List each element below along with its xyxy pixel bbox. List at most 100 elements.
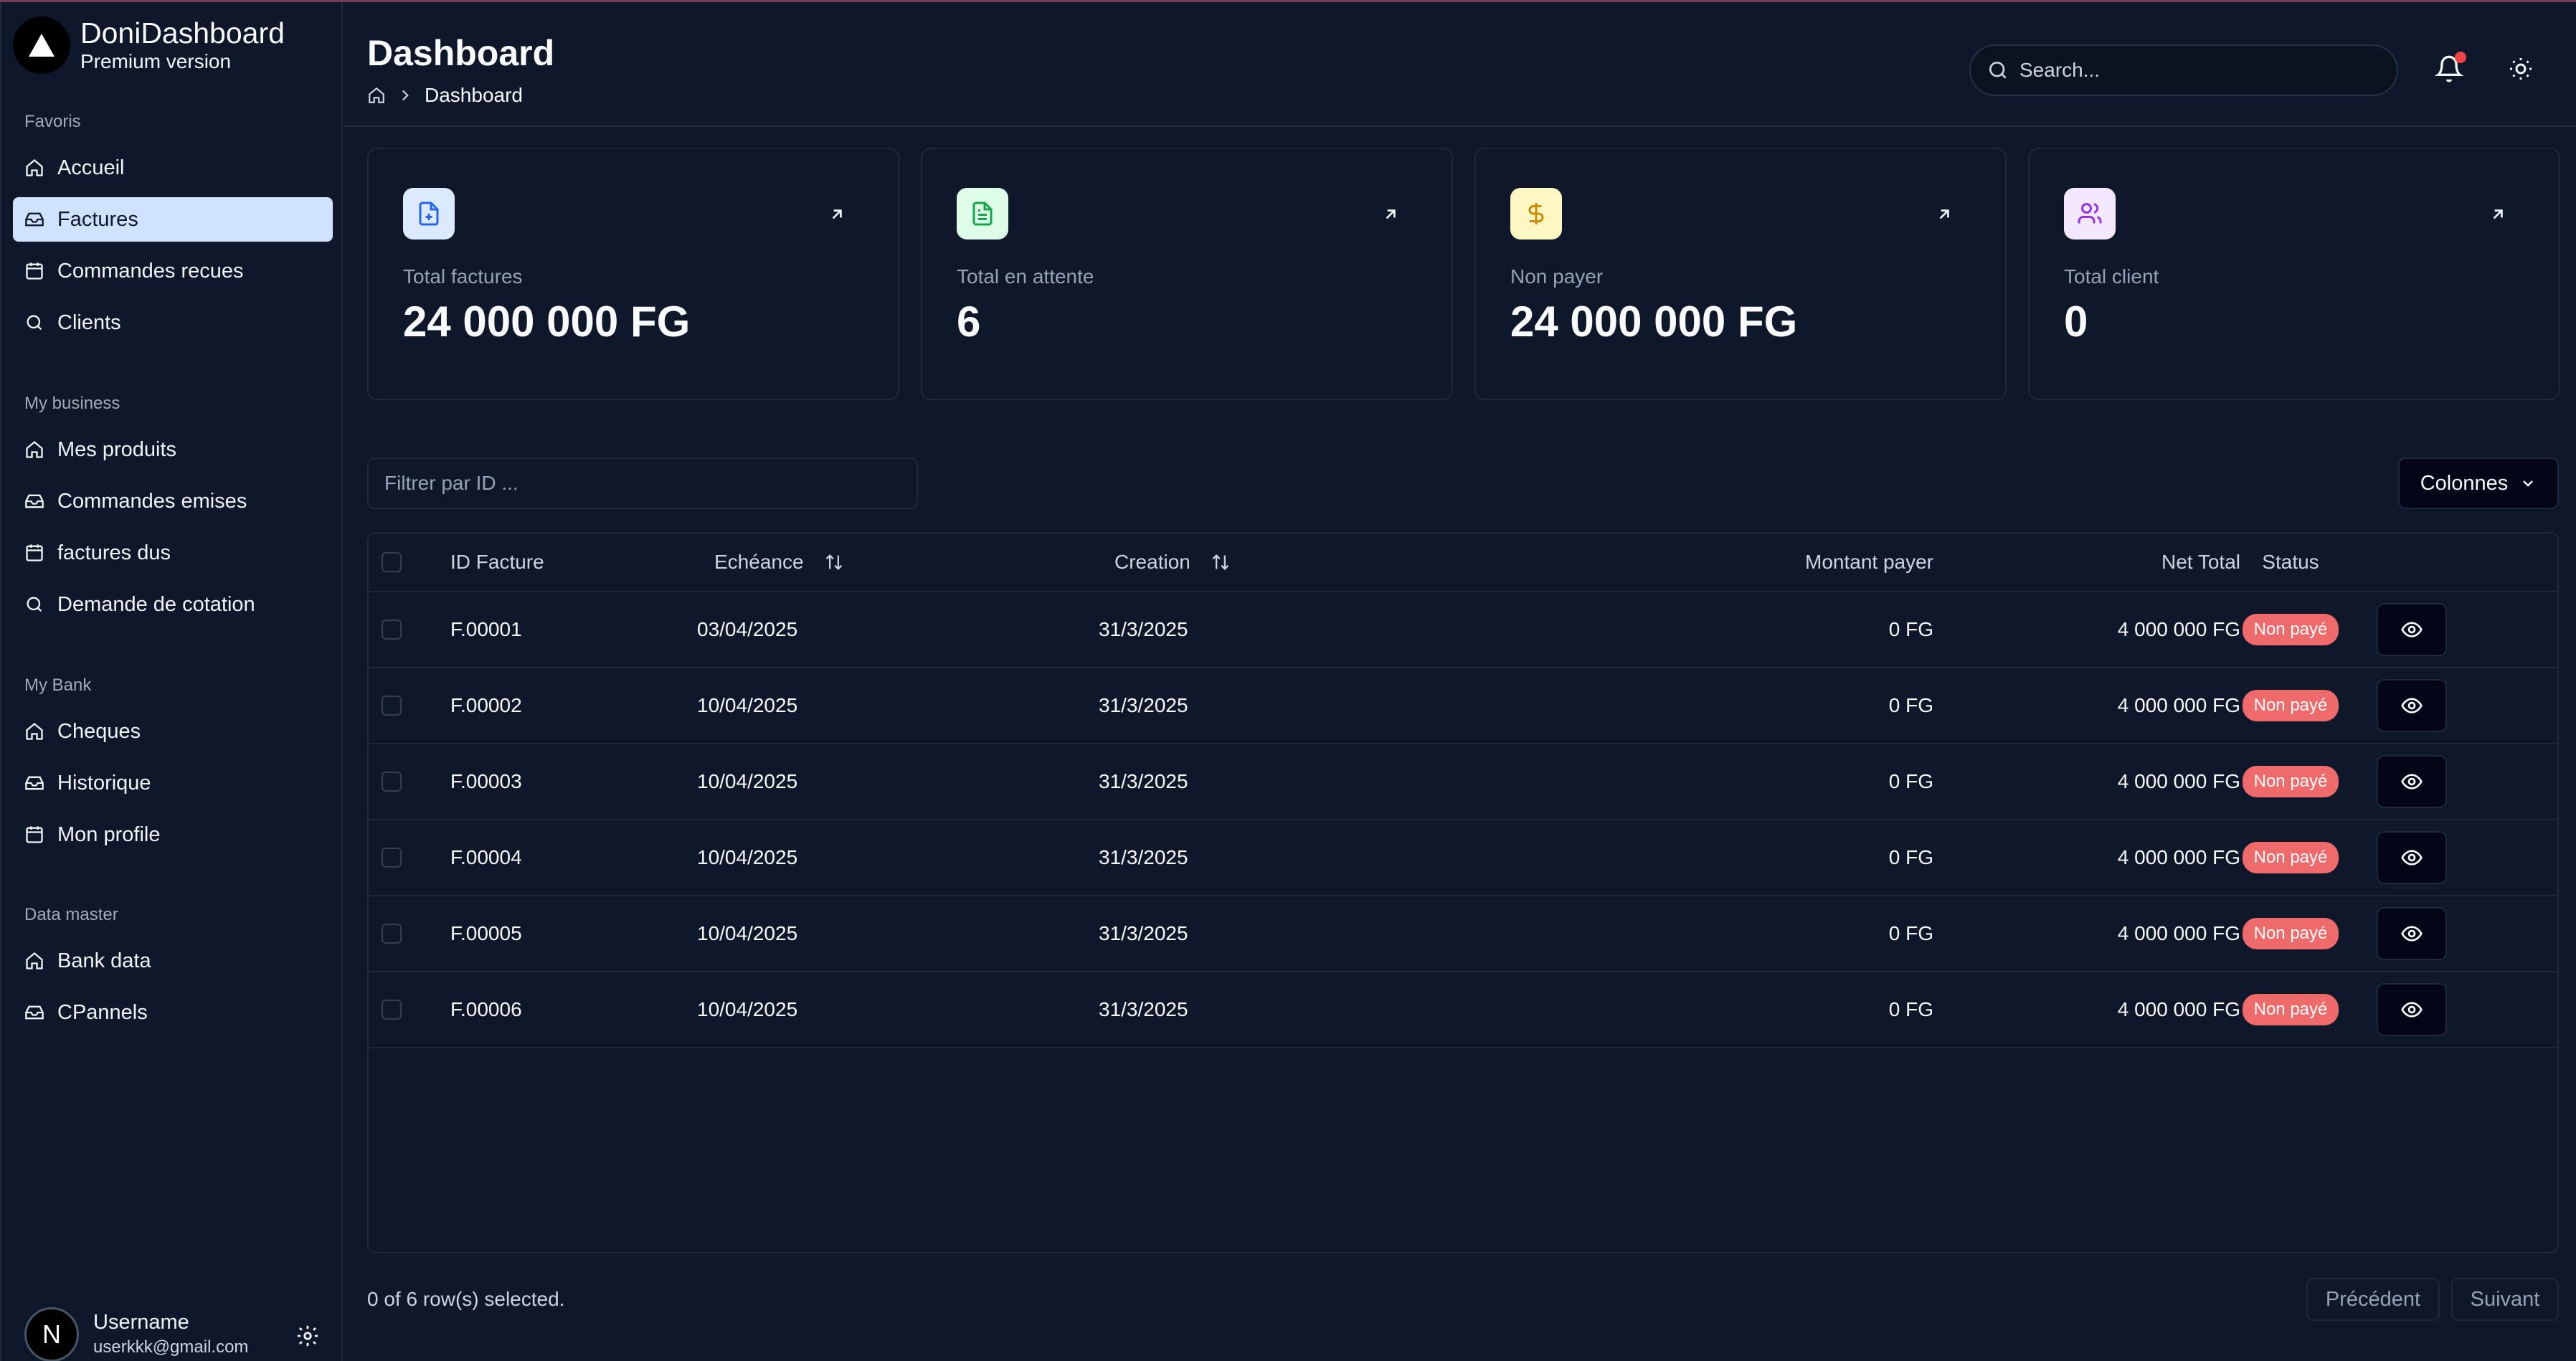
- gear-icon[interactable]: [295, 1324, 320, 1348]
- header-due: Echéance: [714, 551, 804, 573]
- search-box[interactable]: [1969, 44, 2398, 96]
- sidebar-item-commandes-emises[interactable]: Commandes emises: [13, 479, 333, 523]
- view-invoice-button[interactable]: [2377, 983, 2447, 1036]
- view-invoice-button[interactable]: [2377, 679, 2447, 732]
- view-invoice-button[interactable]: [2377, 755, 2447, 808]
- sidebar-item-commandes-recues[interactable]: Commandes recues: [13, 249, 333, 293]
- header-created-sortable[interactable]: Creation: [1114, 534, 1231, 591]
- cell-created: 31/3/2025: [1099, 694, 1188, 716]
- view-invoice-button[interactable]: [2377, 907, 2447, 960]
- sort-arrows-icon: [825, 554, 842, 570]
- home-icon: [24, 158, 44, 178]
- search-input[interactable]: [2019, 59, 2378, 82]
- stat-value: 24 000 000 FG: [403, 298, 691, 346]
- cell-paid: 0 FG: [1888, 846, 1933, 868]
- sidebar-item-label: Clients: [57, 310, 121, 334]
- status-badge: Non payé: [2242, 766, 2339, 797]
- next-button[interactable]: Suivant: [2451, 1278, 2559, 1321]
- sidebar-item-factures-dus[interactable]: factures dus: [13, 531, 333, 575]
- sidebar-item-label: CPannels: [57, 1000, 148, 1024]
- cell-id: F.00001: [450, 618, 522, 640]
- table-row[interactable]: F.00006 10/04/2025 31/3/2025 0 FG 4 000 000 …: [369, 972, 2557, 1048]
- cell-id: F.00006: [450, 998, 522, 1020]
- cell-paid: 0 FG: [1888, 618, 1933, 640]
- inbox-icon: [24, 491, 44, 511]
- group-label-favoris: Favoris: [24, 112, 81, 131]
- sidebar-item-clients[interactable]: Clients: [13, 300, 333, 345]
- cell-paid: 0 FG: [1888, 694, 1933, 716]
- stat-card-non-payer[interactable]: Non payer 24 000 000 FG: [1474, 148, 2007, 400]
- view-invoice-button[interactable]: [2377, 831, 2447, 884]
- stat-card-total-client[interactable]: Total client 0: [2028, 148, 2560, 400]
- row-checkbox[interactable]: [382, 924, 402, 944]
- inbox-icon: [24, 209, 44, 229]
- sun-icon[interactable]: [2508, 56, 2534, 82]
- sidebar-item-label: Factures: [57, 207, 138, 231]
- home-icon: [24, 440, 44, 460]
- table-row[interactable]: F.00005 10/04/2025 31/3/2025 0 FG 4 000 000 …: [369, 896, 2557, 972]
- brand[interactable]: DoniDashboard Premium version: [13, 16, 285, 74]
- group-label-my-business: My business: [24, 394, 120, 413]
- header-status: Status: [2262, 551, 2319, 573]
- search-icon: [24, 313, 44, 333]
- header-due-sortable[interactable]: Echéance: [714, 534, 844, 591]
- chevron-down-icon: [2523, 480, 2534, 487]
- file-text-icon: [957, 188, 1008, 240]
- inbox-icon: [24, 1002, 44, 1023]
- cell-id: F.00003: [450, 770, 522, 792]
- brand-subtitle: Premium version: [80, 50, 232, 72]
- home-icon: [24, 721, 44, 741]
- home-icon[interactable]: [367, 86, 386, 105]
- cell-due: 10/04/2025: [697, 770, 798, 792]
- table-row[interactable]: F.00002 10/04/2025 31/3/2025 0 FG 4 000 000 …: [369, 668, 2557, 744]
- sidebar-item-cpannels[interactable]: CPannels: [13, 990, 333, 1035]
- select-all-checkbox[interactable]: [382, 552, 402, 572]
- row-checkbox[interactable]: [382, 848, 402, 868]
- brand-title: DoniDashboard: [80, 16, 285, 49]
- sidebar-item-cheques[interactable]: Cheques: [13, 709, 333, 754]
- row-checkbox[interactable]: [382, 1000, 402, 1020]
- sidebar-item-label: Mon profile: [57, 822, 161, 846]
- cell-id: F.00004: [450, 846, 522, 868]
- sidebar-item-accueil[interactable]: Accueil: [13, 146, 333, 190]
- search-icon: [1989, 62, 2007, 79]
- sidebar-item-factures[interactable]: Factures: [13, 197, 333, 242]
- cell-paid: 0 FG: [1888, 922, 1933, 944]
- columns-button-label: Colonnes: [2420, 471, 2509, 495]
- table-row[interactable]: F.00004 10/04/2025 31/3/2025 0 FG 4 000 000 …: [369, 820, 2557, 896]
- sidebar-item-bank-data[interactable]: Bank data: [13, 939, 333, 983]
- breadcrumb: Dashboard: [367, 84, 523, 107]
- arrow-up-right-icon[interactable]: [2489, 205, 2507, 224]
- sidebar-item-demande-de-cotation[interactable]: Demande de cotation: [13, 582, 333, 627]
- row-checkbox[interactable]: [382, 620, 402, 640]
- previous-button[interactable]: Précédent: [2306, 1278, 2440, 1321]
- home-icon: [24, 951, 44, 971]
- arrow-up-right-icon[interactable]: [828, 205, 846, 224]
- table-row[interactable]: F.00001 03/04/2025 31/3/2025 0 FG 4 000 000 …: [369, 592, 2557, 668]
- sidebar-item-historique[interactable]: Historique: [13, 761, 333, 805]
- sidebar-item-label: Commandes recues: [57, 259, 244, 283]
- stat-card-total-factures[interactable]: Total factures 24 000 000 FG: [367, 148, 899, 400]
- cell-id: F.00002: [450, 694, 522, 716]
- eye-icon: [2401, 926, 2423, 942]
- sidebar-item-mes-produits[interactable]: Mes produits: [13, 427, 333, 472]
- eye-icon: [2401, 774, 2423, 789]
- sidebar-item-mon-profile[interactable]: Mon profile: [13, 812, 333, 857]
- brand-logo-icon: [13, 16, 70, 74]
- columns-button[interactable]: Colonnes: [2398, 457, 2559, 509]
- cell-created: 31/3/2025: [1099, 846, 1188, 868]
- arrow-up-right-icon[interactable]: [1935, 205, 1954, 224]
- row-checkbox[interactable]: [382, 696, 402, 716]
- chevron-right-icon: [396, 86, 415, 105]
- cell-paid: 0 FG: [1888, 770, 1933, 792]
- arrow-up-right-icon[interactable]: [1381, 205, 1400, 224]
- table-row[interactable]: F.00003 10/04/2025 31/3/2025 0 FG 4 000 000 …: [369, 744, 2557, 820]
- stat-card-total-en-attente[interactable]: Total en attente 6: [921, 148, 1453, 400]
- cell-created: 31/3/2025: [1099, 770, 1188, 792]
- breadcrumb-current[interactable]: Dashboard: [425, 84, 523, 107]
- user-email: userkkk@gmail.com: [93, 1337, 249, 1357]
- filter-id-input[interactable]: [367, 457, 918, 509]
- view-invoice-button[interactable]: [2377, 603, 2447, 656]
- row-checkbox[interactable]: [382, 772, 402, 792]
- user-profile[interactable]: N Username userkkk@gmail.com: [24, 1307, 248, 1361]
